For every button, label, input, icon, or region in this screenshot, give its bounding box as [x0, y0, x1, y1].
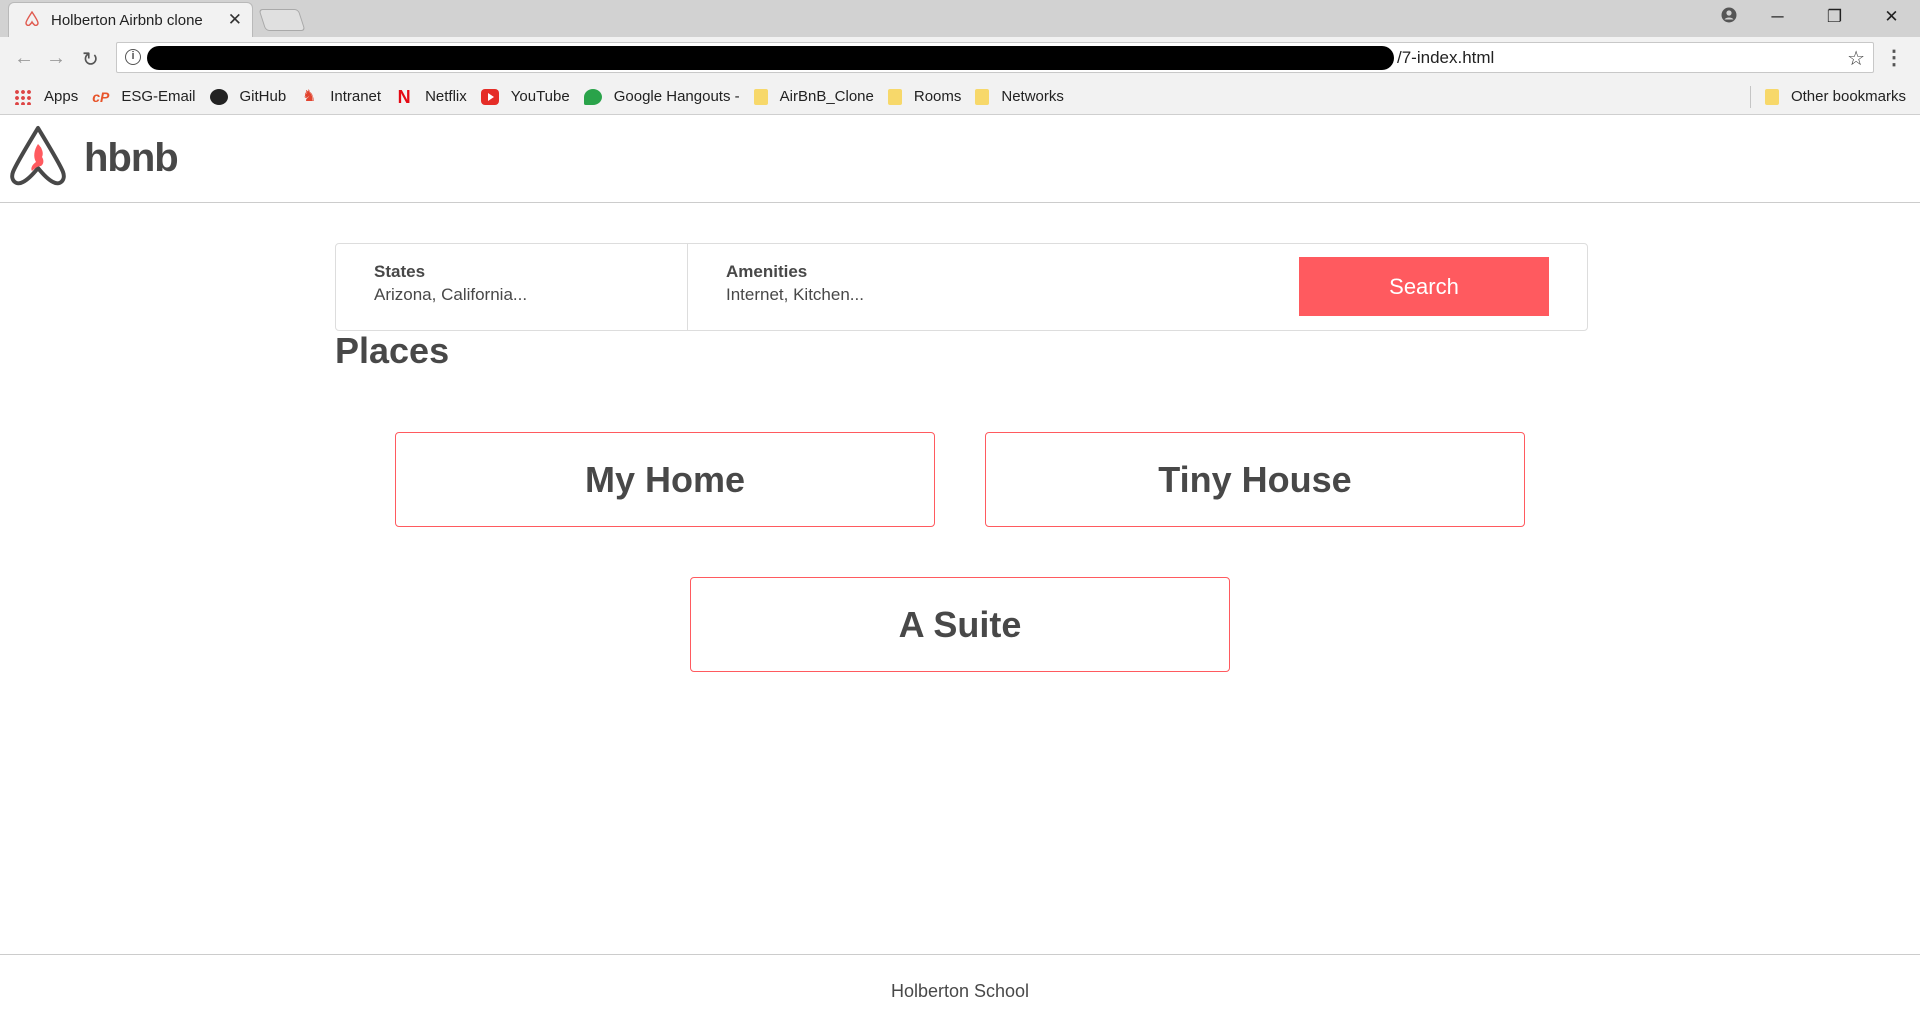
- place-card[interactable]: My Home: [395, 432, 935, 527]
- cpanel-icon: cP: [92, 88, 110, 105]
- close-window-icon[interactable]: ✕: [1863, 7, 1920, 27]
- airbnb-favicon-icon: [25, 10, 39, 30]
- bookmark-github[interactable]: GitHub: [209, 88, 287, 105]
- search-button[interactable]: Search: [1299, 257, 1549, 316]
- close-tab-icon[interactable]: ✕: [228, 10, 242, 30]
- hbnb-logo[interactable]: hbnb: [8, 124, 188, 186]
- bookmark-label: Networks: [1001, 88, 1064, 105]
- bookmark-intranet[interactable]: ♞ Intranet: [300, 88, 381, 105]
- states-filter[interactable]: States Arizona, California...: [336, 244, 688, 330]
- place-card[interactable]: Tiny House: [985, 432, 1525, 527]
- restore-icon[interactable]: ❐: [1806, 7, 1863, 27]
- bookmarks-bar: Apps cP ESG-Email GitHub ♞ Intranet N Ne…: [0, 79, 1920, 115]
- folder-icon: [1764, 88, 1779, 105]
- hbnb-logo-icon: [10, 126, 66, 186]
- info-icon[interactable]: i: [125, 49, 141, 65]
- bookmark-airbnb-clone[interactable]: AirBnB_Clone: [753, 88, 874, 105]
- address-bar[interactable]: i /7-index.html ☆: [116, 42, 1874, 73]
- folder-icon: [887, 88, 902, 105]
- browser-menu-icon[interactable]: ⋮: [1884, 45, 1904, 70]
- new-tab-button[interactable]: [258, 9, 306, 31]
- filters-bar: States Arizona, California... Amenities …: [335, 243, 1588, 331]
- bookmarks-divider: [1749, 85, 1751, 108]
- reload-icon[interactable]: ↻: [82, 47, 99, 72]
- bookmark-label: Other bookmarks: [1790, 88, 1906, 105]
- amenities-filter-title: Amenities: [726, 262, 808, 281]
- bookmark-label: AirBnB_Clone: [779, 88, 874, 105]
- bookmark-label: Netflix: [425, 88, 467, 105]
- youtube-icon: [480, 88, 499, 105]
- github-icon: [209, 88, 228, 105]
- bookmark-label: YouTube: [510, 88, 570, 105]
- netflix-icon: N: [397, 86, 411, 107]
- forward-arrow-icon[interactable]: →: [46, 47, 66, 70]
- bookmark-label: ESG-Email: [121, 88, 196, 105]
- browser-toolbar: ← → ↻ i /7-index.html ☆ ⋮: [0, 37, 1920, 79]
- holberton-icon: ♞: [302, 87, 317, 105]
- page-header: hbnb: [0, 115, 1920, 203]
- back-arrow-icon[interactable]: ←: [14, 47, 34, 70]
- place-name: A Suite: [898, 603, 1022, 645]
- states-filter-title: States: [374, 262, 426, 281]
- browser-tab[interactable]: Holberton Airbnb clone ✕: [8, 2, 253, 37]
- hangouts-icon: [583, 88, 602, 105]
- amenities-filter[interactable]: Amenities Internet, Kitchen...: [688, 244, 1188, 330]
- window-controls: ─ ❐ ✕: [1709, 0, 1920, 34]
- page-footer: Holberton School: [0, 954, 1920, 1030]
- bookmark-label: Apps: [44, 88, 79, 105]
- tab-title: Holberton Airbnb clone: [51, 11, 203, 29]
- bookmark-star-icon[interactable]: ☆: [1847, 46, 1865, 71]
- bookmark-networks[interactable]: Networks: [975, 88, 1064, 105]
- footer-text: Holberton School: [890, 981, 1030, 1001]
- bookmark-label: Intranet: [330, 88, 382, 105]
- bookmark-label: GitHub: [239, 88, 287, 105]
- browser-tab-bar: Holberton Airbnb clone ✕ ─ ❐ ✕: [0, 0, 1920, 37]
- place-name: My Home: [584, 458, 746, 500]
- bookmark-youtube[interactable]: YouTube: [480, 88, 570, 105]
- place-card[interactable]: A Suite: [690, 577, 1230, 672]
- bookmark-esg-email[interactable]: cP ESG-Email: [92, 88, 195, 105]
- states-filter-value: Arizona, California...: [374, 285, 528, 304]
- bookmark-apps[interactable]: Apps: [14, 88, 78, 105]
- folder-icon: [753, 88, 768, 105]
- bookmark-hangouts[interactable]: Google Hangouts -: [583, 88, 740, 105]
- bookmark-rooms[interactable]: Rooms: [887, 88, 962, 105]
- bookmark-other[interactable]: Other bookmarks: [1764, 88, 1906, 105]
- redacted-url: [147, 46, 1394, 70]
- places-heading: Places: [335, 330, 450, 371]
- folder-icon: [975, 88, 990, 105]
- amenities-filter-value: Internet, Kitchen...: [726, 285, 864, 304]
- url-text: /7-index.html: [1397, 48, 1495, 67]
- bookmark-label: Rooms: [913, 88, 962, 105]
- logo-text: hbnb: [84, 136, 179, 180]
- bookmark-label: Google Hangouts -: [613, 88, 740, 105]
- bookmark-netflix[interactable]: N Netflix: [395, 86, 467, 107]
- place-name: Tiny House: [1158, 458, 1352, 500]
- account-icon[interactable]: [1709, 7, 1749, 28]
- minimize-icon[interactable]: ─: [1749, 7, 1806, 27]
- apps-grid-icon: [14, 88, 32, 105]
